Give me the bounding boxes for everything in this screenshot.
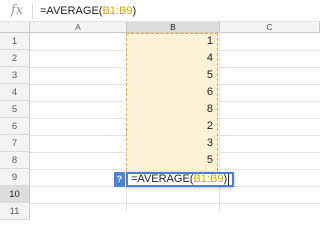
row-header-6[interactable]: 6 — [0, 118, 30, 135]
cell-b7[interactable]: 3 — [126, 135, 216, 152]
text-cursor — [228, 174, 230, 185]
gridline — [30, 203, 320, 204]
cell-b10-editor[interactable]: =AVERAGE(B1:B9) — [126, 172, 235, 187]
column-header-c[interactable]: C — [220, 22, 320, 33]
cell-b2[interactable]: 4 — [126, 50, 216, 67]
function-icon: fx — [10, 3, 24, 18]
row-header-9[interactable]: 9 — [0, 169, 30, 186]
formula-help-button[interactable]: ? — [114, 172, 125, 187]
editor-suffix: ) — [223, 173, 228, 185]
editor-prefix: =AVERAGE( — [131, 173, 194, 185]
row-header-5[interactable]: 5 — [0, 101, 30, 118]
select-all-corner[interactable] — [0, 22, 30, 33]
cell-b1[interactable]: 1 — [126, 33, 216, 50]
cell-b5[interactable]: 8 — [126, 101, 216, 118]
row-header-3[interactable]: 3 — [0, 67, 30, 84]
editor-range-reference: B1:B9 — [193, 173, 224, 185]
cell-b3[interactable]: 5 — [126, 67, 216, 84]
cell-b8[interactable]: 5 — [126, 152, 216, 169]
cell-b6[interactable]: 2 — [126, 118, 216, 135]
formula-bar: fx =AVERAGE(B1:B9) — [0, 0, 320, 22]
formula-range-reference: B1:B9 — [102, 5, 133, 17]
row-header-4[interactable]: 4 — [0, 84, 30, 101]
cell-b4[interactable]: 6 — [126, 84, 216, 101]
column-header-a[interactable]: A — [30, 22, 127, 33]
row-header-10[interactable]: 10 — [0, 186, 30, 203]
row-header-8[interactable]: 8 — [0, 152, 30, 169]
formula-input[interactable]: =AVERAGE(B1:B9) — [40, 0, 136, 22]
row-header-7[interactable]: 7 — [0, 135, 30, 152]
row-header-2[interactable]: 2 — [0, 50, 30, 67]
column-header-b[interactable]: B — [127, 22, 220, 33]
row-header-11[interactable]: 11 — [0, 203, 30, 220]
row-header-1[interactable]: 1 — [0, 33, 30, 50]
formula-bar-divider — [32, 3, 33, 19]
formula-suffix: ) — [132, 5, 137, 17]
formula-prefix: =AVERAGE( — [40, 5, 103, 17]
